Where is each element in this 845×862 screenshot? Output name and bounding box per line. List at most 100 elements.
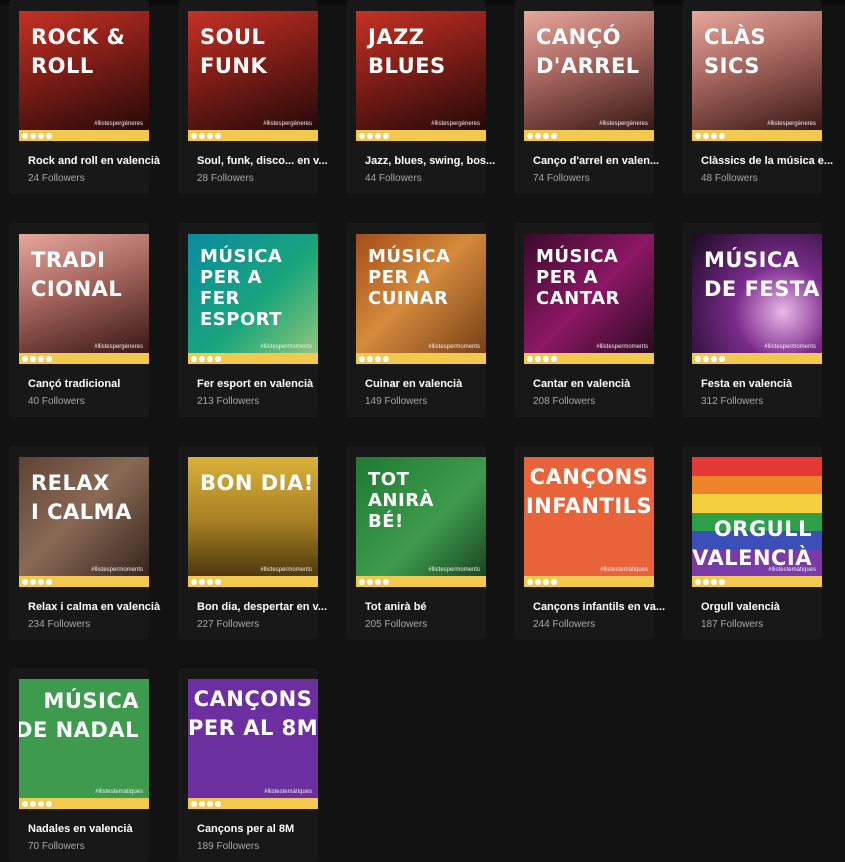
playlist-cover[interactable]: MÚSICA PER A CANTAR #llistespermoments	[524, 234, 654, 364]
social-icon	[46, 355, 52, 362]
social-icon	[207, 132, 213, 139]
social-icon	[543, 132, 549, 139]
playlist-title[interactable]: Cuinar en valencià	[365, 378, 499, 390]
playlist-title[interactable]: Canço d'arrel en valen...	[533, 155, 667, 167]
cover-footer-strip	[692, 576, 822, 587]
playlist-card[interactable]: RELAX I CALMA #llistespermoments Relax i c…	[9, 446, 160, 640]
playlist-title[interactable]: Nadales en valencià	[28, 823, 162, 835]
social-icon	[383, 132, 389, 139]
playlist-card[interactable]: SOUL FUNK #llistespergèneres Soul, funk, d…	[178, 0, 328, 194]
playlist-cover[interactable]: CLÀS SICS #llistespergèneres	[692, 11, 822, 141]
playlist-title[interactable]: Cançons per al 8M	[197, 823, 331, 835]
cover-title: CLÀS SICS	[704, 25, 767, 78]
playlist-card[interactable]: MÚSICA DE NADAL #llistestemàtiques Nadales…	[9, 668, 149, 862]
cover-title: CANÇONS PER AL 8M	[188, 687, 318, 740]
social-icon	[711, 578, 717, 585]
playlist-cover[interactable]: CANÇONS INFANTILS #llistestemàtiques	[524, 457, 654, 587]
playlist-cover[interactable]: MÚSICA DE FESTA #llistespermoments	[692, 234, 822, 364]
playlist-followers: 149 Followers	[365, 396, 428, 407]
playlist-card[interactable]: ROCK & ROLL #llistespergèneres Rock and ro…	[9, 0, 160, 194]
cover-title: TRADI CIONAL	[31, 248, 123, 301]
playlist-card[interactable]: CLÀS SICS #llistespergèneres Clàssics de l…	[682, 0, 833, 194]
social-icon	[22, 578, 28, 585]
playlist-cover[interactable]: CANÇONS PER AL 8M #llistestemàtiques	[188, 679, 318, 809]
cover-title: TOT ANIRÀ BÉ!	[368, 469, 434, 532]
cover-hashtag: #llistespergèneres	[431, 121, 480, 127]
cover-footer-strip	[356, 353, 486, 364]
playlist-card[interactable]: BON DIA! #llistespermoments Bon dia, despe…	[178, 446, 327, 640]
playlist-card[interactable]: MÚSICA PER A FER ESPORT #llistespermoment…	[178, 223, 318, 417]
playlist-followers: 40 Followers	[28, 396, 85, 407]
playlist-cover[interactable]: ROCK & ROLL #llistespergèneres	[19, 11, 149, 141]
playlist-card[interactable]: ORGULL VALENCIÀ #llistestemàtiques Orgull …	[682, 446, 822, 640]
cover-footer-strip	[19, 130, 149, 141]
playlist-card[interactable]: CANÇONS INFANTILS #llistestemàtiques Canço…	[514, 446, 665, 640]
social-icon	[367, 355, 373, 362]
social-icon	[38, 578, 44, 585]
playlist-title[interactable]: Relax i calma en valencià	[28, 601, 162, 613]
playlist-title[interactable]: Cançó tradicional	[28, 378, 162, 390]
playlist-card[interactable]: JAZZ BLUES #llistespergèneres Jazz, blues,…	[346, 0, 495, 194]
cover-title: RELAX I CALMA	[31, 471, 132, 524]
playlist-cover[interactable]: MÚSICA DE NADAL #llistestemàtiques	[19, 679, 149, 809]
cover-title: CANÇONS INFANTILS	[525, 465, 653, 518]
playlist-card[interactable]: TOT ANIRÀ BÉ! #llistespermoments Tot anirà…	[346, 446, 486, 640]
playlist-cover[interactable]: TOT ANIRÀ BÉ! #llistespermoments	[356, 457, 486, 587]
playlist-title[interactable]: Jazz, blues, swing, bos...	[365, 155, 499, 167]
playlist-cover[interactable]: MÚSICA PER A FER ESPORT #llistespermoment…	[188, 234, 318, 364]
social-icon	[527, 132, 533, 139]
playlist-title[interactable]: Clàssics de la música e...	[701, 155, 835, 167]
playlist-followers: 234 Followers	[28, 619, 91, 630]
social-icon	[199, 132, 205, 139]
social-icon	[551, 355, 557, 362]
playlist-title[interactable]: Cantar en valencià	[533, 378, 667, 390]
cover-hashtag: #llistespergèneres	[94, 121, 143, 127]
playlist-card[interactable]: TRADI CIONAL #llistespergèneres Cançó trad…	[9, 223, 149, 417]
playlist-title[interactable]: Rock and roll en valencià	[28, 155, 162, 167]
playlist-title[interactable]: Bon dia, despertar en v...	[197, 601, 331, 613]
playlist-card[interactable]: MÚSICA PER A CUINAR #llistespermoments Cui…	[346, 223, 486, 417]
playlist-cover[interactable]: ORGULL VALENCIÀ #llistestemàtiques	[692, 457, 822, 587]
social-icon	[191, 800, 197, 807]
cover-title: MÚSICA PER A FER ESPORT	[200, 246, 283, 330]
playlist-title[interactable]: Fer esport en valencià	[197, 378, 331, 390]
playlist-followers: 205 Followers	[365, 619, 428, 630]
cover-hashtag: #llistespermoments	[428, 344, 480, 350]
playlist-title[interactable]: Festa en valencià	[701, 378, 835, 390]
cover-title: CANÇÓ D'ARREL	[536, 25, 640, 78]
social-icon	[703, 132, 709, 139]
playlist-cover[interactable]: JAZZ BLUES #llistespergèneres	[356, 11, 486, 141]
cover-footer-strip	[524, 576, 654, 587]
social-icon	[719, 132, 725, 139]
playlist-card[interactable]: CANÇÓ D'ARREL #llistespergèneres Canço d'a…	[514, 0, 659, 194]
social-icon	[695, 355, 701, 362]
playlist-card[interactable]: CANÇONS PER AL 8M #llistestemàtiques Canço…	[178, 668, 318, 862]
playlist-card[interactable]: MÚSICA DE FESTA #llistespermoments Festa e…	[682, 223, 822, 417]
social-icon	[535, 132, 541, 139]
playlist-card[interactable]: MÚSICA PER A CANTAR #llistespermoments Can…	[514, 223, 654, 417]
social-icon	[703, 355, 709, 362]
social-icon	[215, 578, 221, 585]
cover-hashtag: #llistespermoments	[260, 567, 312, 573]
playlist-cover[interactable]: CANÇÓ D'ARREL #llistespergèneres	[524, 11, 654, 141]
playlist-title[interactable]: Cançons infantils en va...	[533, 601, 667, 613]
playlist-cover[interactable]: TRADI CIONAL #llistespergèneres	[19, 234, 149, 364]
playlist-title[interactable]: Orgull valencià	[701, 601, 835, 613]
playlist-title[interactable]: Soul, funk, disco... en v...	[197, 155, 331, 167]
cover-hashtag: #llistespergèneres	[767, 121, 816, 127]
playlist-cover[interactable]: MÚSICA PER A CUINAR #llistespermoments	[356, 234, 486, 364]
cover-footer-strip	[19, 576, 149, 587]
cover-hashtag: #llistespergèneres	[94, 344, 143, 350]
playlist-cover[interactable]: BON DIA! #llistespermoments	[188, 457, 318, 587]
cover-footer-strip	[356, 576, 486, 587]
social-icon	[207, 355, 213, 362]
social-icon	[199, 800, 205, 807]
cover-title: ORGULL VALENCIÀ	[692, 517, 812, 570]
playlist-cover[interactable]: SOUL FUNK #llistespergèneres	[188, 11, 318, 141]
playlist-title[interactable]: Tot anirà bé	[365, 601, 499, 613]
playlist-followers: 189 Followers	[197, 841, 260, 852]
playlist-followers: 227 Followers	[197, 619, 260, 630]
cover-title: SOUL FUNK	[200, 25, 268, 78]
playlist-cover[interactable]: RELAX I CALMA #llistespermoments	[19, 457, 149, 587]
social-icon	[191, 355, 197, 362]
